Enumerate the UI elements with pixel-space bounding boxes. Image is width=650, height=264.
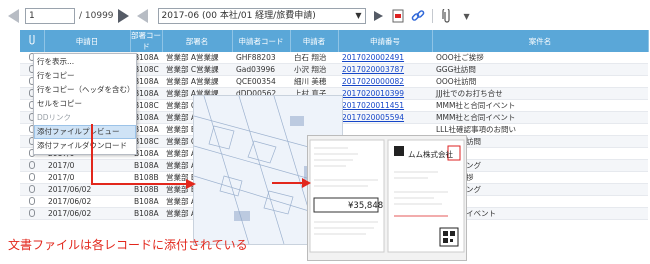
column-header[interactable]: 申請者 [290,30,339,52]
attachment-cell[interactable] [20,171,44,185]
red-arrow-icon [91,124,196,189]
attachment-cell[interactable] [20,183,44,197]
cell-number[interactable]: 2017020011451 [338,99,432,113]
paperclip-icon [29,33,35,45]
toolbar-divider [431,9,433,23]
paperclip-icon [29,184,35,193]
record-total: / 10999 [79,11,114,21]
column-header[interactable]: 部署名 [162,30,233,52]
attachment-document-preview: ¥35,848 ムム株式会社 [307,135,467,261]
cell-number[interactable]: 2017020002491 [338,52,432,65]
cell-dept: 営業部 A営業課 [162,52,232,65]
cell-emp: 細川 美穂 [290,75,338,89]
menu-item-copy-row[interactable]: 行をコピー [34,69,136,83]
pdf-icon[interactable] [390,8,406,24]
cell-dept: 営業部 C営業課 [162,63,232,77]
chevron-down-icon: ▼ [355,11,362,20]
menu-item-copy-row-with-header[interactable]: 行をコピー（ヘッダを含む） [34,83,136,97]
cell-emp-code: QCE00354 [232,75,290,89]
red-arrow-icon [272,178,311,188]
cell-emp: 小沢 翔治 [290,63,338,77]
cell-date: 2017/06/02 [44,195,130,209]
column-header[interactable]: 申請番号 [338,30,433,52]
attachment-column-header [20,30,45,52]
chevron-down-icon[interactable]: ▼ [459,8,475,24]
play-icon[interactable] [370,8,386,24]
cell-title: GGG社訪問 [432,63,648,77]
paperclip-icon [29,172,35,181]
attachment-cell[interactable] [20,159,44,173]
menu-item-copy-cell[interactable]: セルをコピー [34,97,136,111]
attachment-cell[interactable] [20,207,44,221]
cell-number[interactable] [338,123,432,137]
caption-text: 文書ファイルは各レコードに添付されている [8,238,248,252]
cell-emp-code: GHF88203 [232,52,290,65]
cell-number[interactable]: 2017020003787 [338,63,432,77]
cell-dept-code: B108A [130,207,162,221]
invoice-amount: ¥35,848 [348,201,384,211]
paperclip-icon [29,160,35,169]
link-icon[interactable] [410,8,426,24]
paperclip-icon[interactable] [439,8,455,24]
record-number-input[interactable]: 1 [25,8,75,24]
paperclip-icon [29,196,35,205]
column-header[interactable]: 部署コード [130,30,163,52]
column-header[interactable]: 案件名 [432,30,649,52]
record-toolbar: 1 / 10999 2017-06 (00 本社/01 経理/旅費申請) ▼ ▼ [8,5,646,27]
cell-title: OOO社ご挨拶 [432,52,648,65]
cell-title: LLL社確認事項のお問い [432,123,648,137]
menu-item-view-row[interactable]: 行を表示... [34,55,136,69]
nav-last-icon[interactable] [136,9,148,23]
cell-title: MMM社と合同イベント [432,99,648,113]
column-header[interactable]: 申請者コード [232,30,291,52]
cell-emp-code: Gad03996 [232,63,290,77]
table-header-row: 申請日 部署コード 部署名 申請者コード 申請者 申請番号 案件名 [20,30,649,52]
nav-next-icon[interactable] [117,9,129,23]
column-header[interactable]: 申請日 [44,30,131,52]
cell-number[interactable]: 2017020005594 [338,111,432,125]
nav-prev-icon[interactable] [8,9,19,23]
cell-title: MMM社と合同イベント [432,111,648,125]
cell-dept: 営業部 A営業課 [162,75,232,89]
cell-emp: 白石 翔治 [290,52,338,65]
cell-number[interactable]: 2017020010399 [338,87,432,101]
invoice-company: ムム株式会社 [408,150,453,159]
attachment-cell[interactable] [20,195,44,209]
cell-number[interactable]: 2017020000082 [338,75,432,89]
cell-date: 2017/06/02 [44,207,130,221]
paperclip-icon [29,208,35,217]
cell-dept-code: B108A [130,195,162,209]
cell-title: JJJ社でのお打ち合せ [432,87,648,101]
cell-title: OOO社訪問 [432,75,648,89]
view-select[interactable]: 2017-06 (00 本社/01 経理/旅費申請) ▼ [157,8,366,24]
